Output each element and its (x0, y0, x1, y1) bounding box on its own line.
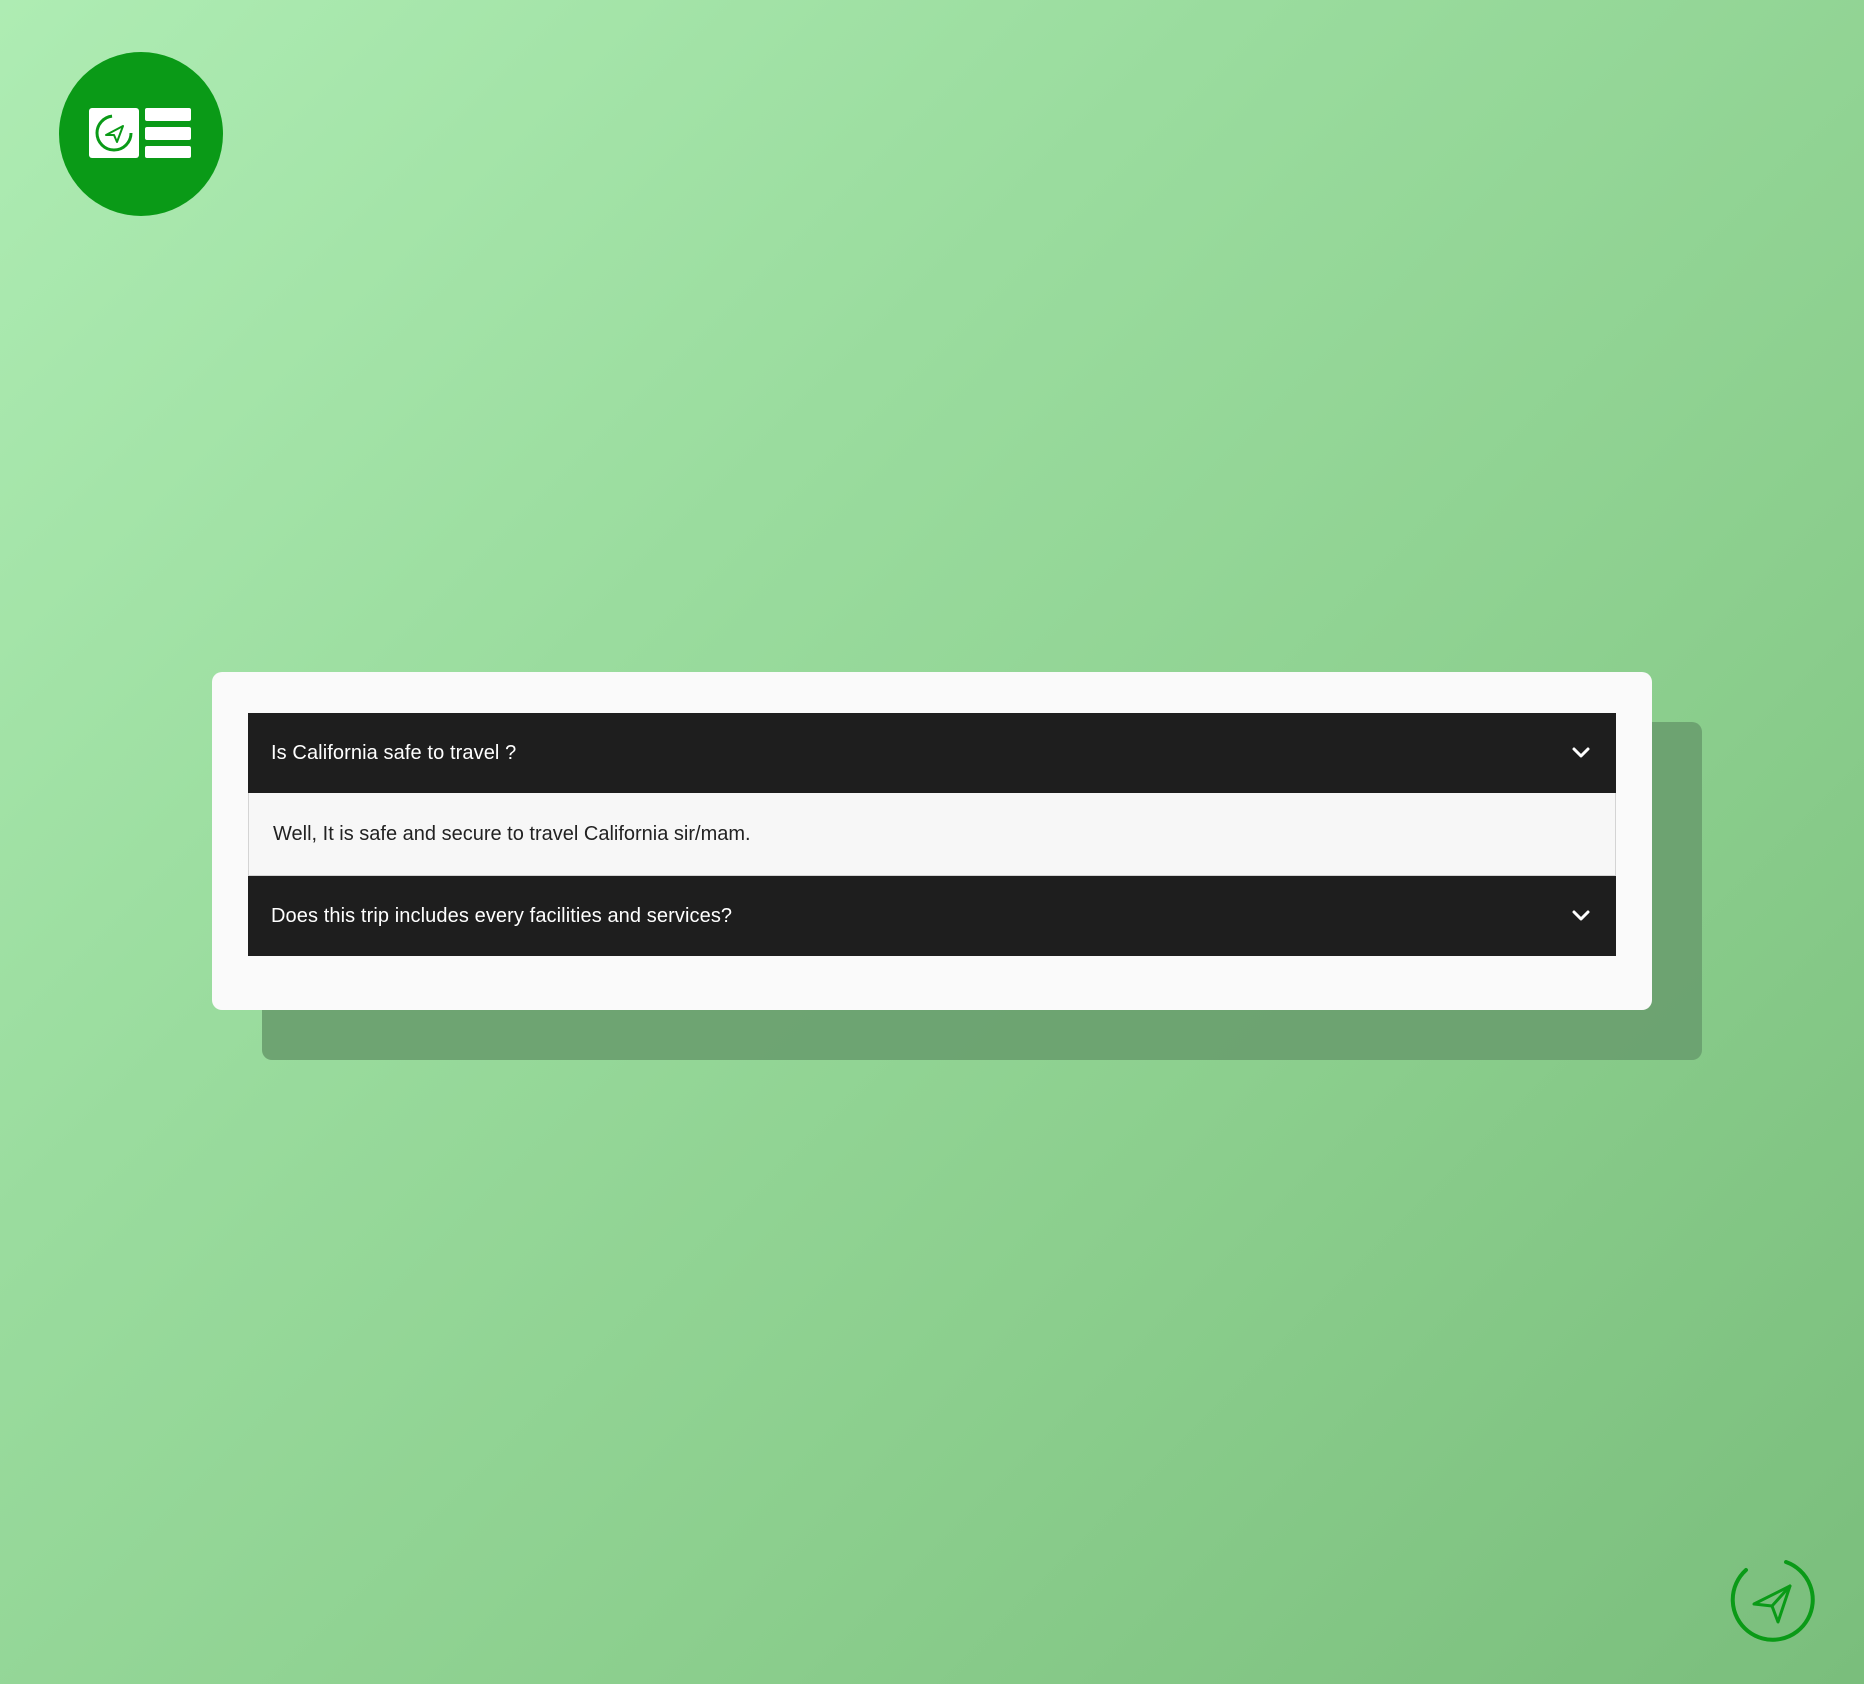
faq-question-2: Does this trip includes every facilities… (271, 904, 733, 927)
travel-news-logo-icon (89, 108, 191, 158)
faq-item-1: Is California safe to travel ? Well, It … (248, 713, 1616, 876)
faq-card: Is California safe to travel ? Well, It … (212, 672, 1652, 1010)
faq-question-1-toggle[interactable]: Is California safe to travel ? (248, 713, 1616, 793)
faq-item-2: Does this trip includes every facilities… (248, 876, 1616, 956)
paper-plane-icon[interactable] (1724, 1552, 1820, 1648)
faq-answer-1-panel: Well, It is safe and secure to travel Ca… (248, 793, 1616, 876)
faq-answer-1: Well, It is safe and secure to travel Ca… (273, 822, 751, 845)
faq-question-2-toggle[interactable]: Does this trip includes every facilities… (248, 876, 1616, 956)
chevron-down-icon[interactable] (1570, 905, 1592, 927)
chevron-down-icon[interactable] (1570, 742, 1592, 764)
faq-question-1: Is California safe to travel ? (271, 741, 517, 764)
brand-logo (59, 52, 223, 216)
